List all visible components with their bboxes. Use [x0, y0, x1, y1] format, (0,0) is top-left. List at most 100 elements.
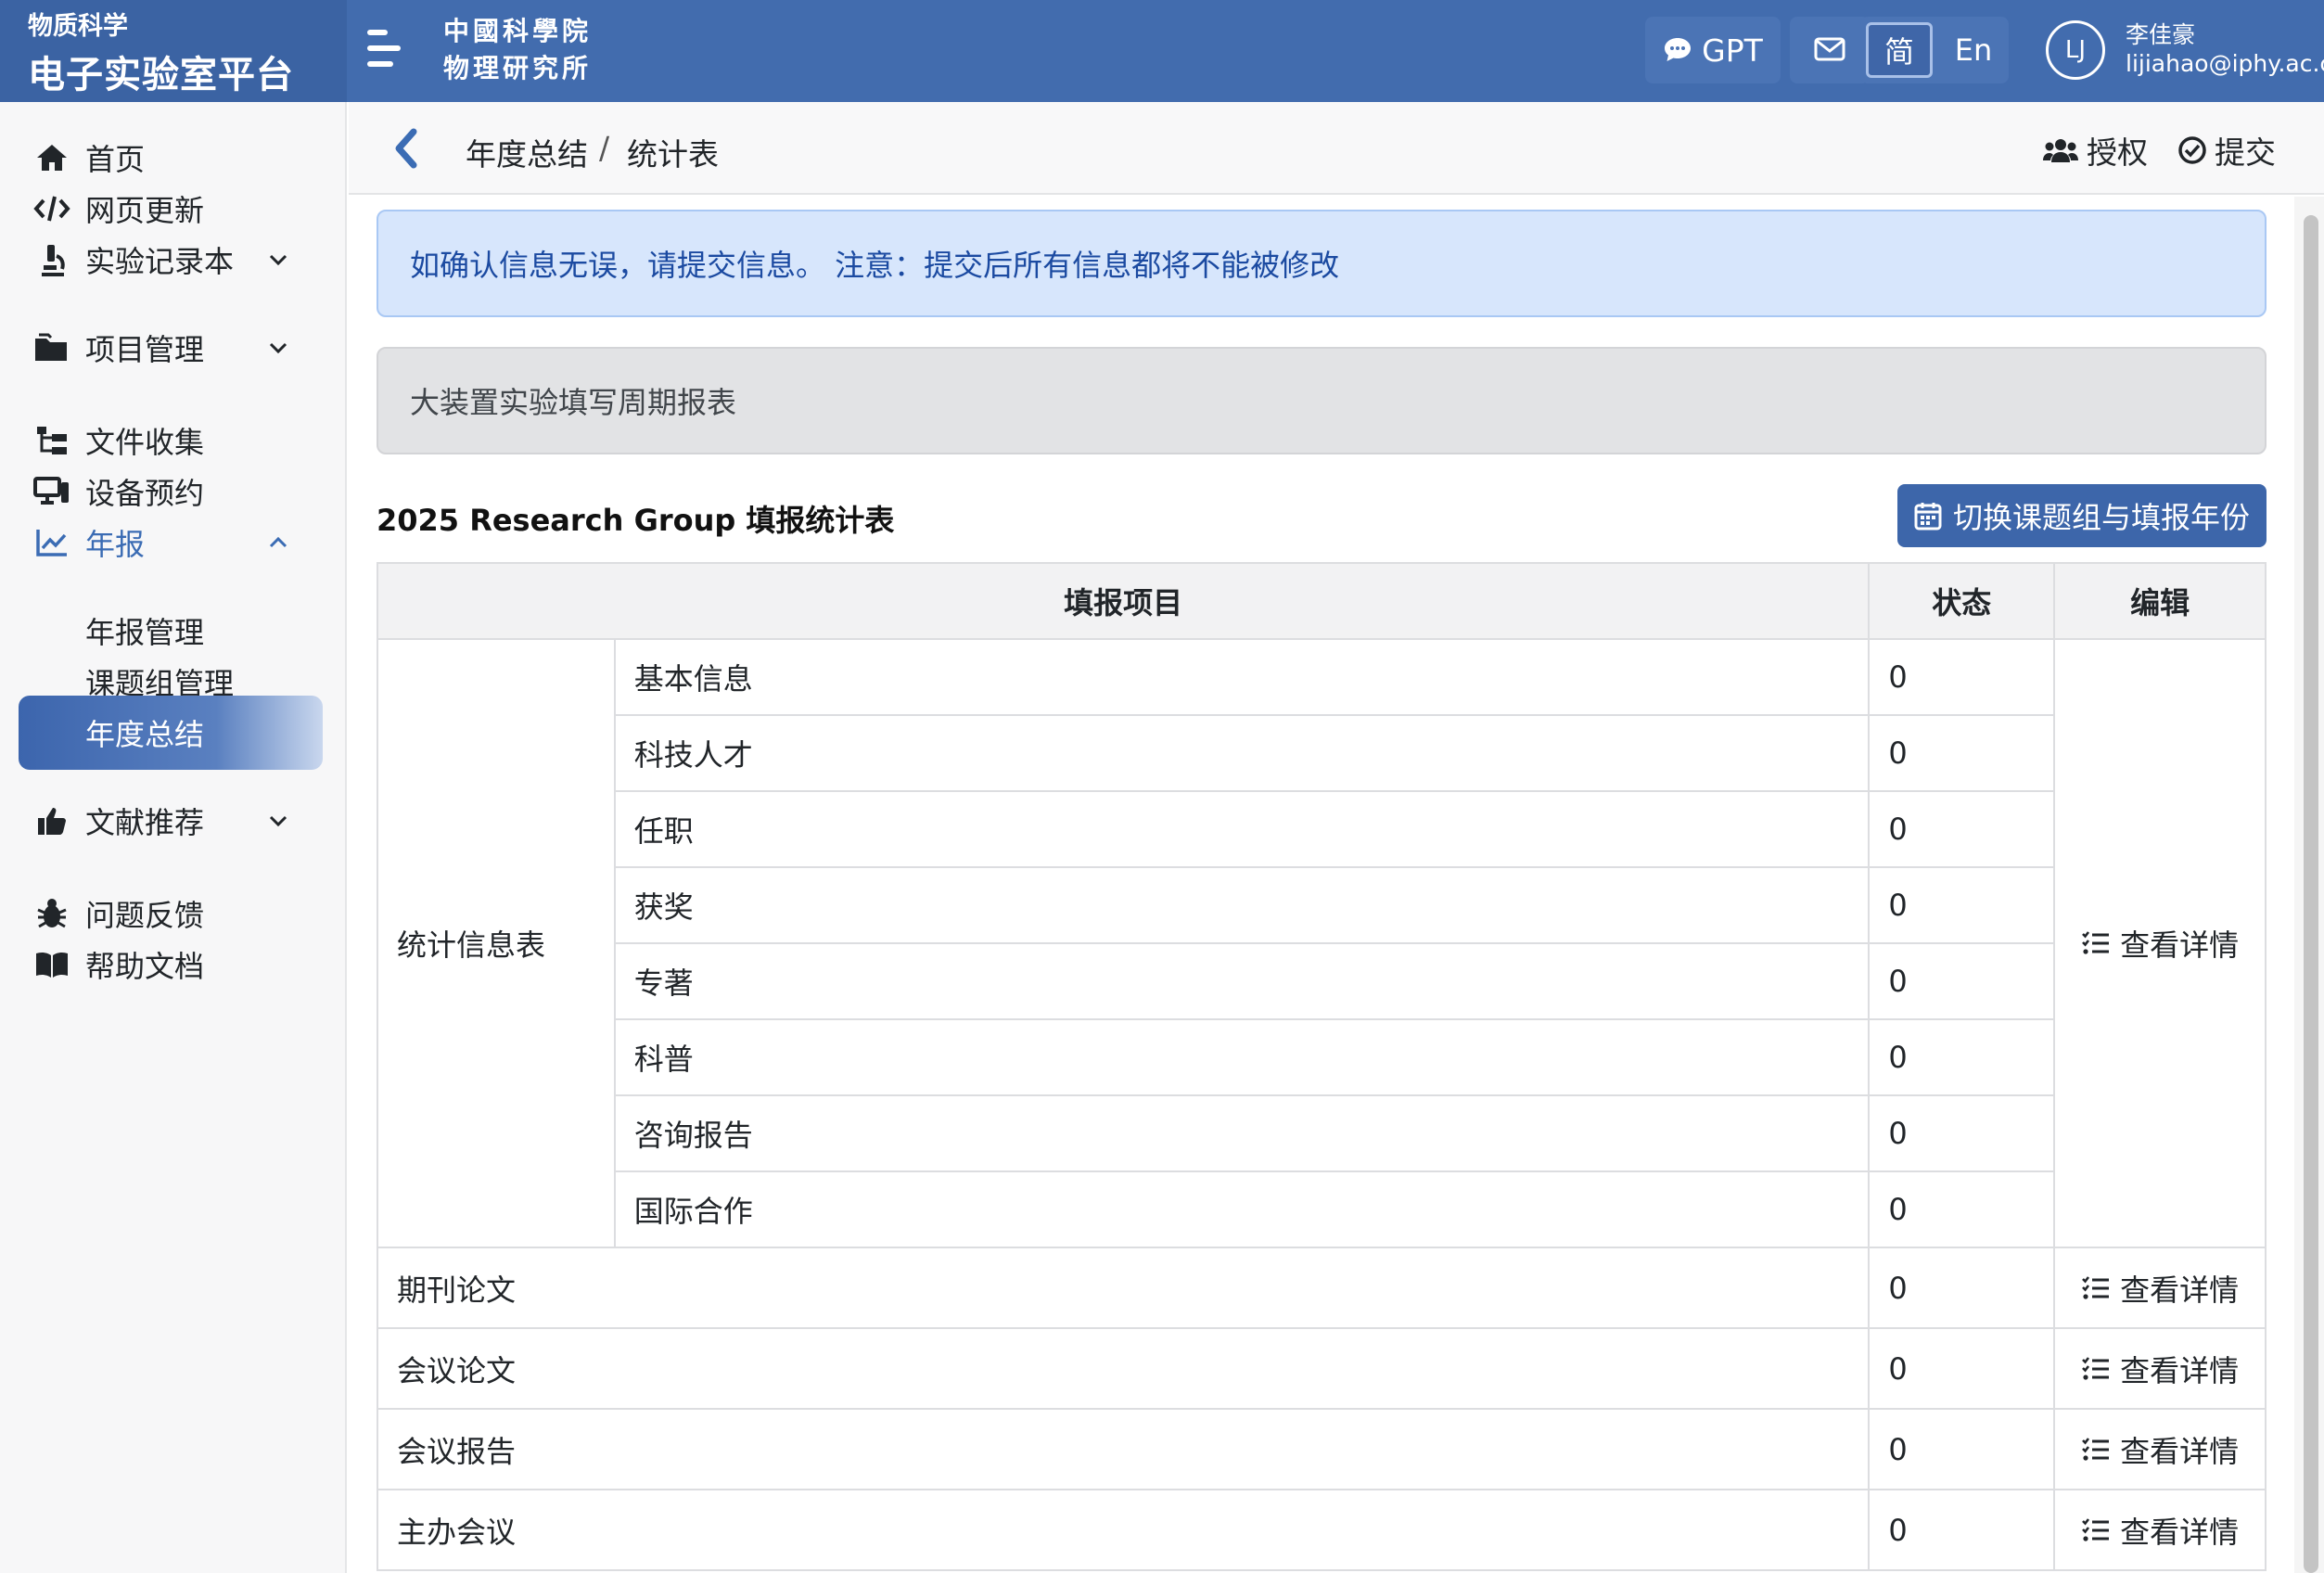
view-details-link[interactable]: 查看详情 — [2081, 1509, 2239, 1552]
status-cell: 0 — [1868, 1408, 2056, 1490]
sidebar-subitem-annual-summary[interactable]: 年度总结 — [19, 696, 323, 770]
stat-table: 填报项目 状态 编辑 统计信息表 基本信息 0 查看详情 科技人才 0 任职 0 获奖 0 专著 0 科… — [376, 562, 2267, 1571]
view-details-link[interactable]: 查看详情 — [2081, 1348, 2239, 1390]
report-notice: 大装置实验填写周期报表 — [377, 347, 2267, 454]
edit-cell: 查看详情 — [2053, 638, 2267, 1248]
bug-icon — [33, 895, 70, 932]
chevron-down-icon — [269, 254, 287, 266]
lang-zh-button[interactable]: 简 — [1866, 22, 1933, 78]
switch-group-year-button[interactable]: 切换课题组与填报年份 — [1897, 484, 2267, 547]
status-cell: 0 — [1868, 714, 2056, 792]
sidebar-item-projects[interactable]: 项目管理 — [19, 311, 323, 385]
status-cell: 0 — [1868, 942, 2056, 1020]
table-row: 国际合作 0 — [377, 1170, 2266, 1248]
envelope-icon — [1814, 32, 1845, 69]
chevron-down-icon — [269, 815, 287, 827]
user-name[interactable]: 李佳豪 — [2126, 17, 2195, 50]
sidebar-item-literature[interactable]: 文献推荐 — [19, 784, 323, 858]
view-details-label: 查看详情 — [2120, 1433, 2240, 1469]
user-email[interactable]: lijiahao@iphy.ac.cn — [2126, 50, 2324, 77]
sidebar-item-label: 实验记录本 — [85, 244, 235, 279]
table-row: 科技人才 0 — [377, 714, 2266, 792]
edit-cell: 查看详情 — [2053, 1489, 2267, 1571]
table-row: 任职 0 — [377, 790, 2266, 868]
brand-subtitle: 物质科学 — [28, 12, 128, 41]
item-name-cell: 任职 — [613, 790, 1871, 868]
table-row: 科普 0 — [377, 1018, 2266, 1096]
menu-toggle-icon[interactable] — [364, 26, 408, 70]
status-cell: 0 — [1868, 790, 2056, 868]
status-cell: 0 — [1868, 638, 2056, 716]
item-name-cell: 科普 — [613, 1018, 1871, 1096]
edit-cell: 查看详情 — [2053, 1408, 2267, 1490]
language-switcher: 简 En — [1860, 17, 2009, 83]
institute-logo[interactable]: 中國科學院 物理研究所 — [443, 13, 592, 87]
item-name-cell: 咨询报告 — [613, 1094, 1871, 1172]
view-details-link[interactable]: 查看详情 — [2081, 1267, 2239, 1310]
table-row: 统计信息表 基本信息 0 查看详情 — [377, 638, 2267, 1248]
sidebar: 首页 网页更新 实验记录本 项目管理 文件收集 设备预约 年报 年报管理 课题组… — [0, 102, 347, 1573]
edit-cell: 查看详情 — [2053, 1327, 2267, 1410]
view-details-link[interactable]: 查看详情 — [2081, 922, 2239, 965]
item-name-cell: 科技人才 — [613, 714, 1871, 792]
sidebar-subitem-label: 年度总结 — [85, 717, 205, 752]
header-edit: 编辑 — [2053, 562, 2267, 640]
chat-bubble-icon — [1663, 36, 1692, 64]
status-cell: 0 — [1868, 866, 2056, 944]
breadcrumb-annual-summary[interactable]: 年度总结 — [466, 130, 588, 174]
item-name-cell: 专著 — [613, 942, 1871, 1020]
status-cell: 0 — [1868, 1327, 2056, 1410]
info-alert: 如确认信息无误，请提交信息。 注意：提交后所有信息都将不能被修改 — [377, 210, 2267, 317]
status-cell: 0 — [1868, 1018, 2056, 1096]
status-cell: 0 — [1868, 1247, 2056, 1329]
sidebar-item-annual-report[interactable]: 年报 — [19, 505, 323, 580]
list-check-icon — [2081, 930, 2111, 956]
back-chevron-icon[interactable] — [388, 124, 425, 173]
authorize-label: 授权 — [2087, 134, 2148, 171]
user-avatar[interactable]: LJ — [2046, 20, 2105, 80]
table-row: 咨询报告 0 — [377, 1094, 2266, 1172]
edit-cell: 查看详情 — [2053, 1247, 2267, 1329]
view-details-label: 查看详情 — [2120, 1272, 2240, 1308]
gpt-label: GPT — [1702, 32, 1763, 69]
table-title: 2025 Research Group 填报统计表 — [377, 503, 895, 538]
breadcrumb-stat-table: 统计表 — [627, 136, 719, 173]
submit-label: 提交 — [2215, 134, 2276, 171]
view-details-label: 查看详情 — [2120, 927, 2240, 963]
status-cell: 0 — [1868, 1094, 2056, 1172]
code-icon — [33, 190, 70, 227]
item-name-cell: 国际合作 — [613, 1170, 1871, 1248]
header-item: 填报项目 — [376, 562, 1871, 640]
table-row: 会议论文 0 查看详情 — [376, 1327, 2267, 1410]
brand[interactable]: 物质科学 电子实验室平台 — [0, 0, 347, 102]
mail-button[interactable] — [1790, 17, 1870, 83]
breadcrumb-separator: / — [599, 130, 610, 166]
authorize-button[interactable]: 授权 — [2042, 128, 2148, 173]
sidebar-item-label: 帮助文档 — [85, 949, 205, 984]
view-details-label: 查看详情 — [2120, 1514, 2240, 1550]
sidebar-item-lab-notebook[interactable]: 实验记录本 — [19, 223, 323, 297]
sidebar-item-help-docs[interactable]: 帮助文档 — [19, 927, 323, 1002]
brand-title: 电子实验室平台 — [28, 54, 294, 96]
header-status: 状态 — [1868, 562, 2056, 640]
institute-logo-line2: 物理研究所 — [443, 53, 593, 83]
submit-button[interactable]: 提交 — [2177, 128, 2276, 173]
chart-line-icon — [33, 524, 70, 561]
chevron-down-icon — [269, 342, 287, 354]
check-circle-icon — [2177, 135, 2207, 165]
view-details-link[interactable]: 查看详情 — [2081, 1428, 2239, 1471]
book-icon — [33, 946, 70, 983]
users-icon — [2042, 137, 2079, 163]
microscope-icon — [33, 241, 70, 278]
table-row: 专著 0 — [377, 942, 2266, 1020]
lang-en-button[interactable]: En — [1940, 22, 2007, 78]
gpt-button[interactable]: GPT — [1645, 17, 1781, 83]
list-check-icon — [2081, 1437, 2111, 1463]
chevron-up-icon — [269, 536, 287, 548]
switch-button-label: 切换课题组与填报年份 — [1952, 500, 2250, 535]
table-row: 会议报告 0 查看详情 — [376, 1408, 2267, 1490]
devices-icon — [33, 473, 70, 510]
table-row: 期刊论文 0 查看详情 — [376, 1247, 2267, 1329]
list-check-icon — [2081, 1275, 2111, 1301]
scrollbar-thumb[interactable] — [2304, 215, 2318, 1573]
